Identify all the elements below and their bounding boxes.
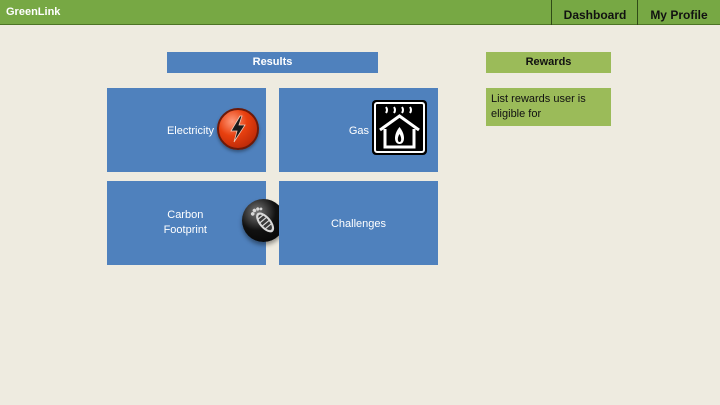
tile-challenges-label: Challenges (330, 218, 387, 230)
tile-carbon-line2: Footprint (163, 224, 207, 236)
tile-gas[interactable]: Gas (279, 88, 438, 172)
top-bar: GreenLink Dashboard My Profile (0, 0, 720, 25)
electricity-icon (217, 108, 259, 150)
app-name: GreenLink (6, 6, 61, 18)
results-header: Results (167, 52, 378, 73)
rewards-description: List rewards user is eligible for (486, 88, 611, 126)
gas-house-icon (372, 100, 427, 155)
rewards-header: Rewards (486, 52, 611, 73)
tile-gas-label: Gas (348, 125, 369, 137)
tile-electricity-label: Electricity (166, 125, 214, 137)
tile-carbon-line1: Carbon (167, 209, 204, 221)
tile-challenges[interactable]: Challenges (279, 181, 438, 265)
nav-dashboard[interactable]: Dashboard (551, 0, 638, 25)
tile-electricity[interactable]: Electricity (107, 88, 266, 172)
nav-my-profile[interactable]: My Profile (637, 0, 720, 25)
tile-carbon-footprint[interactable]: Carbon Footprint (107, 181, 285, 265)
tile-carbon-footprint-label: Carbon Footprint (164, 208, 207, 238)
